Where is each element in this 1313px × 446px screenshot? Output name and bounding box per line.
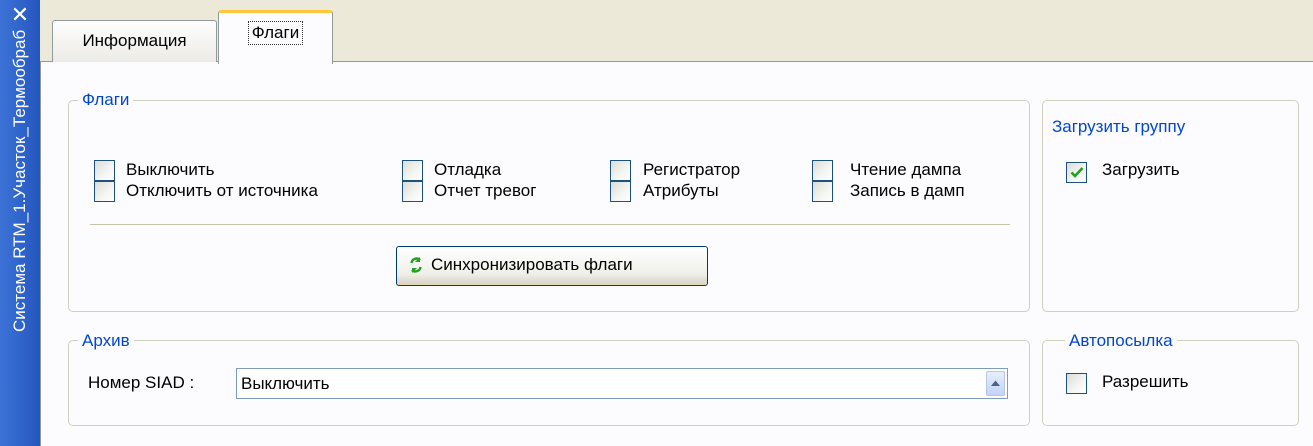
flags-separator [90, 224, 1010, 226]
checkbox-allow-autosend-label[interactable]: Разрешить [1102, 370, 1189, 394]
checkbox-recorder[interactable] [610, 160, 631, 181]
checkbox-disable[interactable] [94, 160, 115, 181]
load-group-legend: Загрузить группу [1048, 116, 1190, 138]
checkmark-icon [1070, 167, 1084, 178]
spin-up-icon[interactable] [986, 371, 1005, 396]
checkbox-alarm-report-label[interactable]: Отчет тревог [434, 179, 536, 203]
checkbox-disconnect-source-label[interactable]: Отключить от источника [126, 179, 318, 203]
siad-number-select[interactable]: Выключить [236, 368, 1008, 399]
tab-information[interactable]: Информация [52, 20, 217, 62]
checkbox-disconnect-source[interactable] [94, 181, 115, 202]
checkbox-alarm-report[interactable] [402, 181, 423, 202]
checkbox-write-dump-label[interactable]: Запись в дамп [850, 179, 965, 203]
flags-group-legend: Флаги [78, 89, 134, 111]
tab-flags-label: Флаги [247, 21, 304, 45]
checkbox-allow-autosend[interactable] [1066, 373, 1087, 394]
tab-flags[interactable]: Флаги [218, 10, 333, 64]
checkbox-read-dump[interactable] [812, 160, 833, 181]
checkbox-load-label[interactable]: Загрузить [1102, 158, 1180, 182]
checkbox-debug[interactable] [402, 160, 423, 181]
siad-number-label: Номер SIAD : [88, 373, 195, 392]
checkbox-attributes[interactable] [610, 181, 631, 202]
checkbox-load[interactable] [1066, 162, 1087, 183]
sync-flags-button[interactable]: Синхронизировать флаги [396, 246, 708, 286]
refresh-icon [410, 257, 422, 273]
checkbox-write-dump[interactable] [812, 181, 833, 202]
autosend-group-legend: Автопосылка [1065, 330, 1177, 352]
sidebar-title: Система RTM_1.Участок_Термообраб [10, 30, 29, 333]
checkbox-attributes-label[interactable]: Атрибуты [643, 179, 719, 203]
siad-number-value: Выключить [241, 374, 330, 393]
sync-flags-button-label: Синхронизировать флаги [431, 255, 633, 274]
sidebar: ✕ Система RTM_1.Участок_Термообраб [0, 0, 40, 446]
close-icon[interactable]: ✕ [5, 3, 35, 27]
archive-group-legend: Архив [78, 330, 134, 352]
